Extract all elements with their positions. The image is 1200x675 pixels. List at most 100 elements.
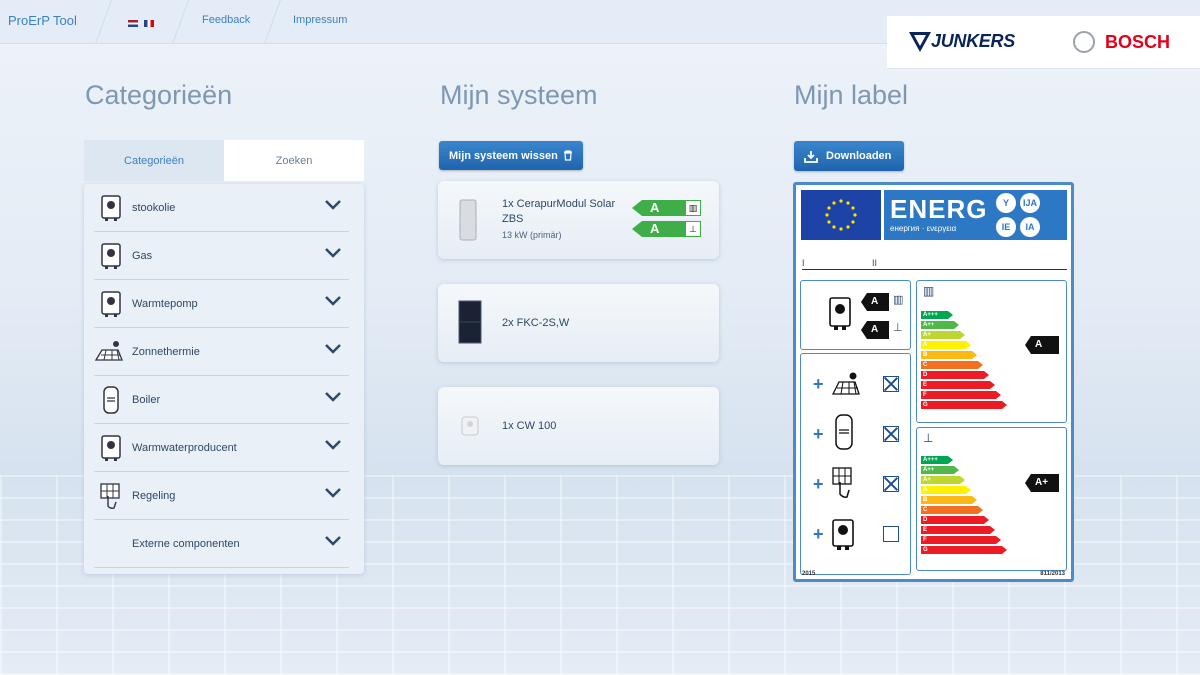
scale-bar: A+ — [921, 476, 965, 484]
category-label: Warmwaterproducent — [132, 442, 237, 454]
scale-bar: A+ — [921, 331, 965, 339]
scale-bar: F — [921, 536, 1001, 544]
category-label: Gas — [132, 250, 153, 262]
flag-fr-icon[interactable] — [144, 19, 155, 27]
tank-icon — [835, 414, 853, 450]
system-item-name: 1x CerapurModul Solar — [502, 198, 616, 210]
label-year: 2015 — [802, 571, 816, 577]
system-item-fkc[interactable]: 2x FKC-2S,W — [438, 284, 719, 362]
category-item-gas[interactable]: Gas — [94, 232, 349, 280]
flag-nl-icon[interactable] — [128, 19, 138, 27]
category-label: stookolie — [132, 202, 176, 214]
plus-icon: + — [813, 374, 824, 394]
feedback-link[interactable]: Feedback — [202, 14, 250, 26]
radiator-icon: ▥ — [923, 284, 935, 298]
clear-system-button[interactable]: Mijn systeem wissen — [439, 141, 583, 170]
scale-bar: C — [921, 361, 983, 369]
junkers-logo: JUNKERS — [931, 31, 1015, 51]
language-flags[interactable] — [128, 17, 155, 29]
tab-categories[interactable]: Categorieën — [84, 140, 224, 181]
eu-stars-icon — [825, 199, 857, 231]
bosch-ring-icon — [1073, 31, 1095, 53]
chevron-down-icon[interactable] — [325, 536, 341, 546]
nav-separator — [94, 0, 113, 44]
scale-bar: D — [921, 371, 989, 379]
boiler-icon — [101, 435, 121, 461]
label-regulation: 811/2013 — [1040, 571, 1065, 577]
category-label: Warmtepomp — [132, 298, 198, 310]
eu-flag — [801, 190, 881, 240]
scale-bar: A+++ — [921, 456, 953, 464]
control-hand-icon — [100, 483, 120, 509]
category-item-warmtepomp[interactable]: Warmtepomp — [94, 280, 349, 328]
water-system-rating: A+ — [1025, 474, 1059, 492]
boiler-icon — [832, 519, 854, 550]
bosch-logo: BOSCH — [1105, 32, 1171, 52]
category-item-externe-componenten[interactable]: Externe componenten — [94, 520, 349, 568]
plus-icon: + — [813, 524, 824, 544]
category-label: Boiler — [132, 394, 161, 406]
control-checkbox — [883, 476, 899, 492]
system-item-power: 13 kW (primär) — [502, 230, 562, 240]
category-item-stookolie[interactable]: stookolie — [94, 184, 349, 232]
water-scale-box: ⊥ A+++ A++ A+ A B C D E F G A+ — [916, 427, 1067, 571]
label-product-box: A ▥ A ⊥ — [800, 280, 911, 350]
tap-icon: ⊥ — [685, 221, 701, 237]
product-heating-rating: A — [861, 293, 889, 311]
category-item-warmwaterproducent[interactable]: Warmwaterproducent — [94, 424, 349, 472]
scale-bar: D — [921, 516, 989, 524]
scale-bar: A — [921, 486, 971, 494]
chevron-down-icon[interactable] — [325, 200, 341, 210]
app-title[interactable]: ProErP Tool — [8, 13, 77, 28]
plus-icon: + — [813, 424, 824, 444]
tap-icon: ⊥ — [923, 431, 934, 445]
tank-icon — [103, 386, 119, 414]
solar-checkbox — [883, 376, 899, 392]
radiator-icon: ▥ — [893, 294, 904, 306]
controller-image — [461, 416, 479, 436]
heating-system-rating: A — [1025, 336, 1059, 354]
category-label: Regeling — [132, 490, 176, 502]
chevron-down-icon[interactable] — [325, 248, 341, 258]
scale-bar: A++ — [921, 321, 959, 329]
boiler-product-image — [459, 199, 477, 241]
lang-badge: IE — [996, 217, 1016, 237]
chevron-down-icon[interactable] — [325, 488, 341, 498]
tank-checkbox — [883, 426, 899, 442]
water-rating-badge: A — [632, 221, 686, 237]
download-icon — [804, 150, 818, 163]
scale-bar: A++ — [921, 466, 959, 474]
chevron-down-icon[interactable] — [325, 344, 341, 354]
impressum-link[interactable]: Impressum — [293, 14, 347, 26]
scale-bar: G — [921, 401, 1007, 409]
category-item-regeling[interactable]: Regeling — [94, 472, 349, 520]
chevron-down-icon[interactable] — [325, 296, 341, 306]
chevron-down-icon[interactable] — [325, 440, 341, 450]
system-item-name: 1x CW 100 — [502, 420, 557, 432]
product-water-rating: A — [861, 321, 889, 339]
scale-bar: E — [921, 381, 995, 389]
system-item-cerapurmodul[interactable]: 1x CerapurModul Solar ZBS 13 kW (primär)… — [438, 181, 719, 259]
chevron-down-icon[interactable] — [325, 392, 341, 402]
scale-bar: G — [921, 546, 1007, 554]
boiler-icon — [829, 297, 851, 330]
tab-search[interactable]: Zoeken — [224, 140, 364, 181]
label-heading: Mijn label — [794, 80, 909, 110]
lang-badge: Y — [996, 193, 1016, 213]
solar-panel-icon — [94, 341, 123, 361]
boiler-icon — [101, 243, 121, 269]
category-item-zonnethermie[interactable]: Zonnethermie — [94, 328, 349, 376]
category-tabs: Categorieën Zoeken — [84, 140, 364, 181]
scale-bar: E — [921, 526, 995, 534]
category-item-boiler[interactable]: Boiler — [94, 376, 349, 424]
system-item-cw100[interactable]: 1x CW 100 — [438, 387, 719, 465]
scale-bar: F — [921, 391, 1001, 399]
boiler-checkbox — [883, 526, 899, 542]
category-label: Zonnethermie — [132, 346, 200, 358]
nav-separator — [171, 0, 190, 44]
energy-header: ENERG енергия · ενεργεια Y IJA IE IA — [884, 190, 1067, 240]
download-button[interactable]: Downloaden — [794, 141, 904, 171]
control-hand-icon — [832, 467, 852, 498]
category-label: Externe componenten — [132, 538, 240, 550]
category-list: stookolie Gas Warmtepomp Zonnethermie Bo… — [84, 184, 364, 574]
